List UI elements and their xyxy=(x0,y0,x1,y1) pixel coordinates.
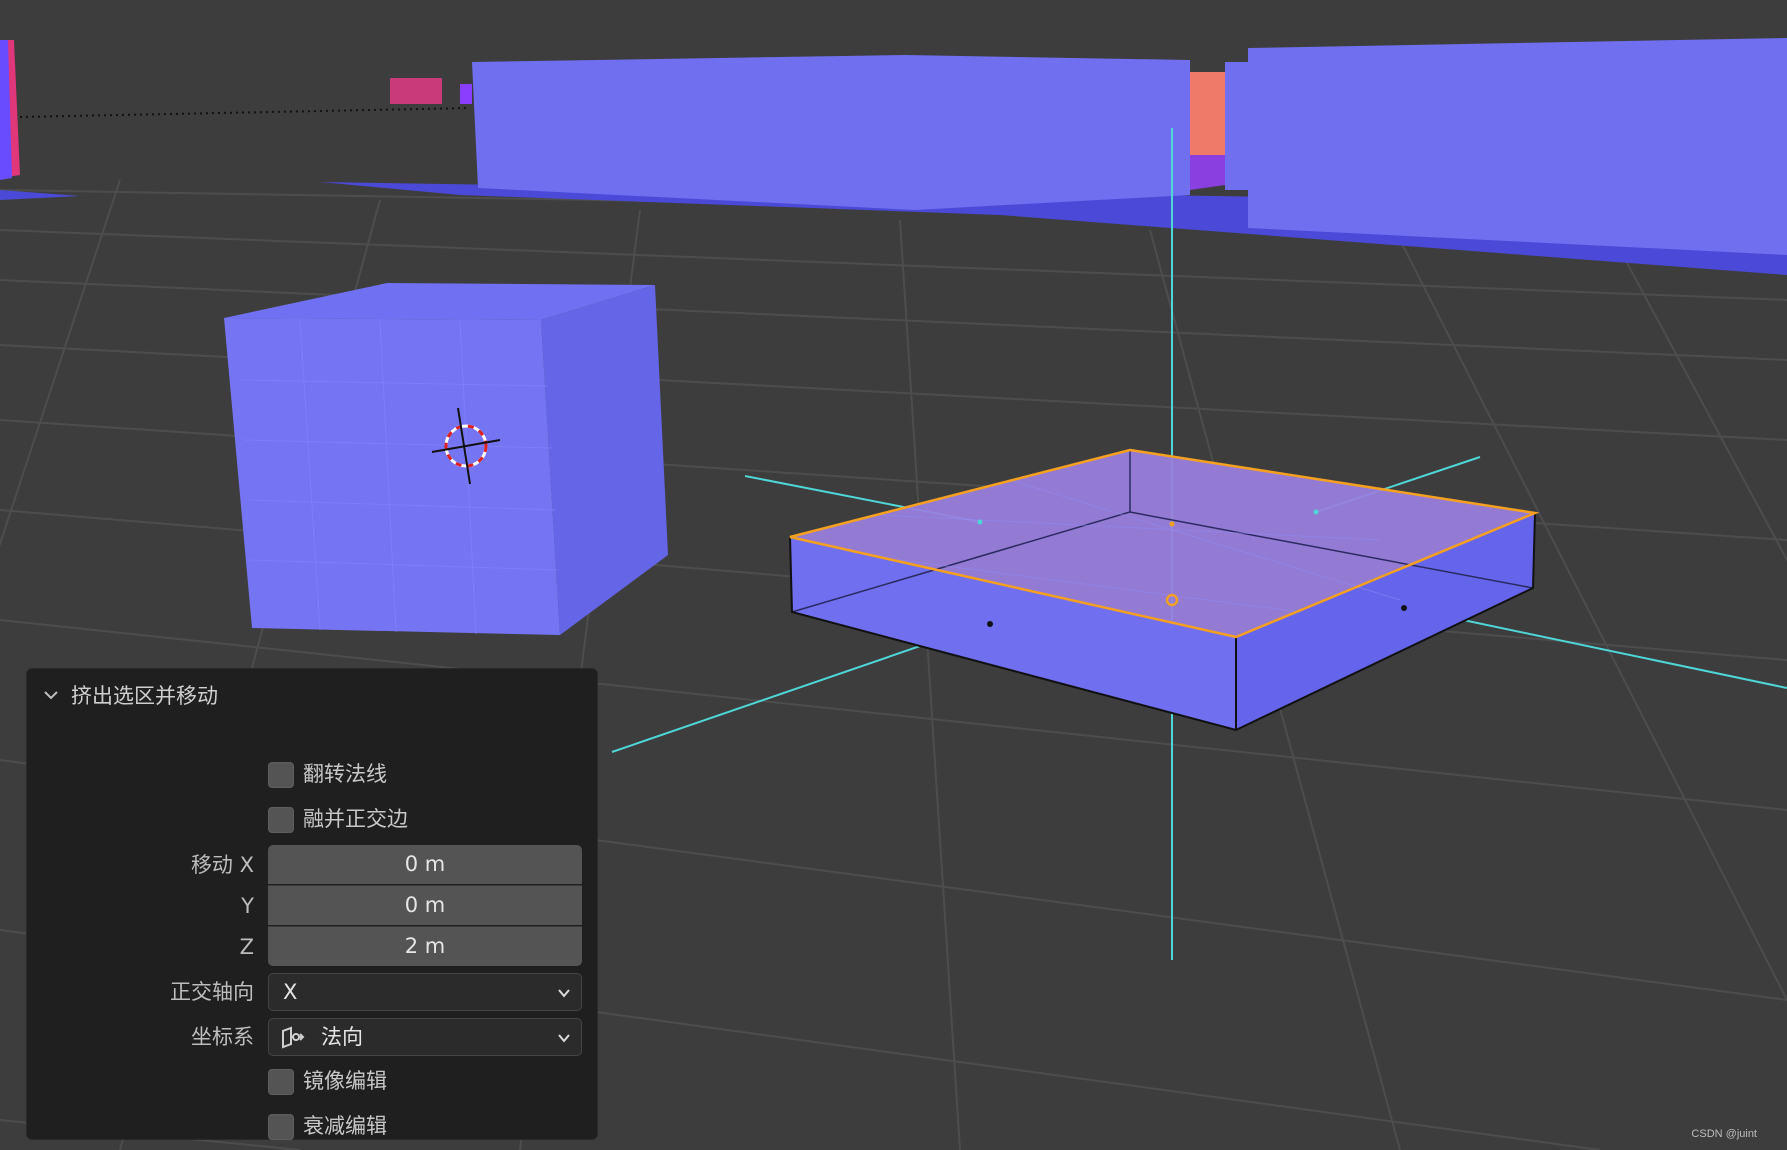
proportional-editing-label: 衰减编辑 xyxy=(303,1114,387,1138)
orientation-row: 坐标系 法向 xyxy=(27,1017,599,1057)
orientation-value: 法向 xyxy=(321,1025,363,1049)
mirror-editing-row: 镜像编辑 xyxy=(27,1061,599,1101)
orient-axis-value: X xyxy=(283,980,298,1004)
operator-redo-panel: 挤出选区并移动 翻转法线 融并正交边 移动 X 0 m Y 0 m Z 2 m … xyxy=(26,668,598,1140)
move-y-row: Y 0 m xyxy=(27,865,599,925)
chevron-down-icon xyxy=(44,691,58,700)
orient-axis-label: 正交轴向 xyxy=(170,980,254,1004)
watermark: CSDN @juint xyxy=(1691,1128,1757,1140)
move-z-label: Z xyxy=(239,935,254,959)
flip-normals-checkbox[interactable] xyxy=(268,762,294,788)
background-objects xyxy=(0,38,1787,275)
move-z-row: Z 2 m xyxy=(27,907,599,966)
orient-axis-row: 正交轴向 X xyxy=(27,972,599,1012)
orientation-dropdown[interactable]: 法向 xyxy=(268,1018,582,1056)
mirror-editing-label: 镜像编辑 xyxy=(303,1069,387,1093)
orientation-label: 坐标系 xyxy=(191,1025,254,1049)
chevron-down-icon xyxy=(558,1034,570,1043)
chevron-down-icon xyxy=(558,989,570,998)
panel-title: 挤出选区并移动 xyxy=(71,684,218,708)
proportional-editing-row: 衰减编辑 xyxy=(27,1106,599,1146)
extruded-mesh xyxy=(789,448,1540,732)
orient-axis-dropdown[interactable]: X xyxy=(268,973,582,1011)
panel-header[interactable]: 挤出选区并移动 xyxy=(41,679,218,711)
move-x-row: 移动 X 0 m xyxy=(27,825,599,884)
mirror-editing-checkbox[interactable] xyxy=(268,1069,294,1095)
cube-object xyxy=(224,283,668,635)
move-z-field[interactable]: 2 m xyxy=(268,927,582,966)
flip-normals-row: 翻转法线 xyxy=(27,754,599,794)
flip-normals-label: 翻转法线 xyxy=(303,762,387,786)
normal-orientation-icon xyxy=(282,1026,305,1049)
proportional-editing-checkbox[interactable] xyxy=(268,1114,294,1140)
